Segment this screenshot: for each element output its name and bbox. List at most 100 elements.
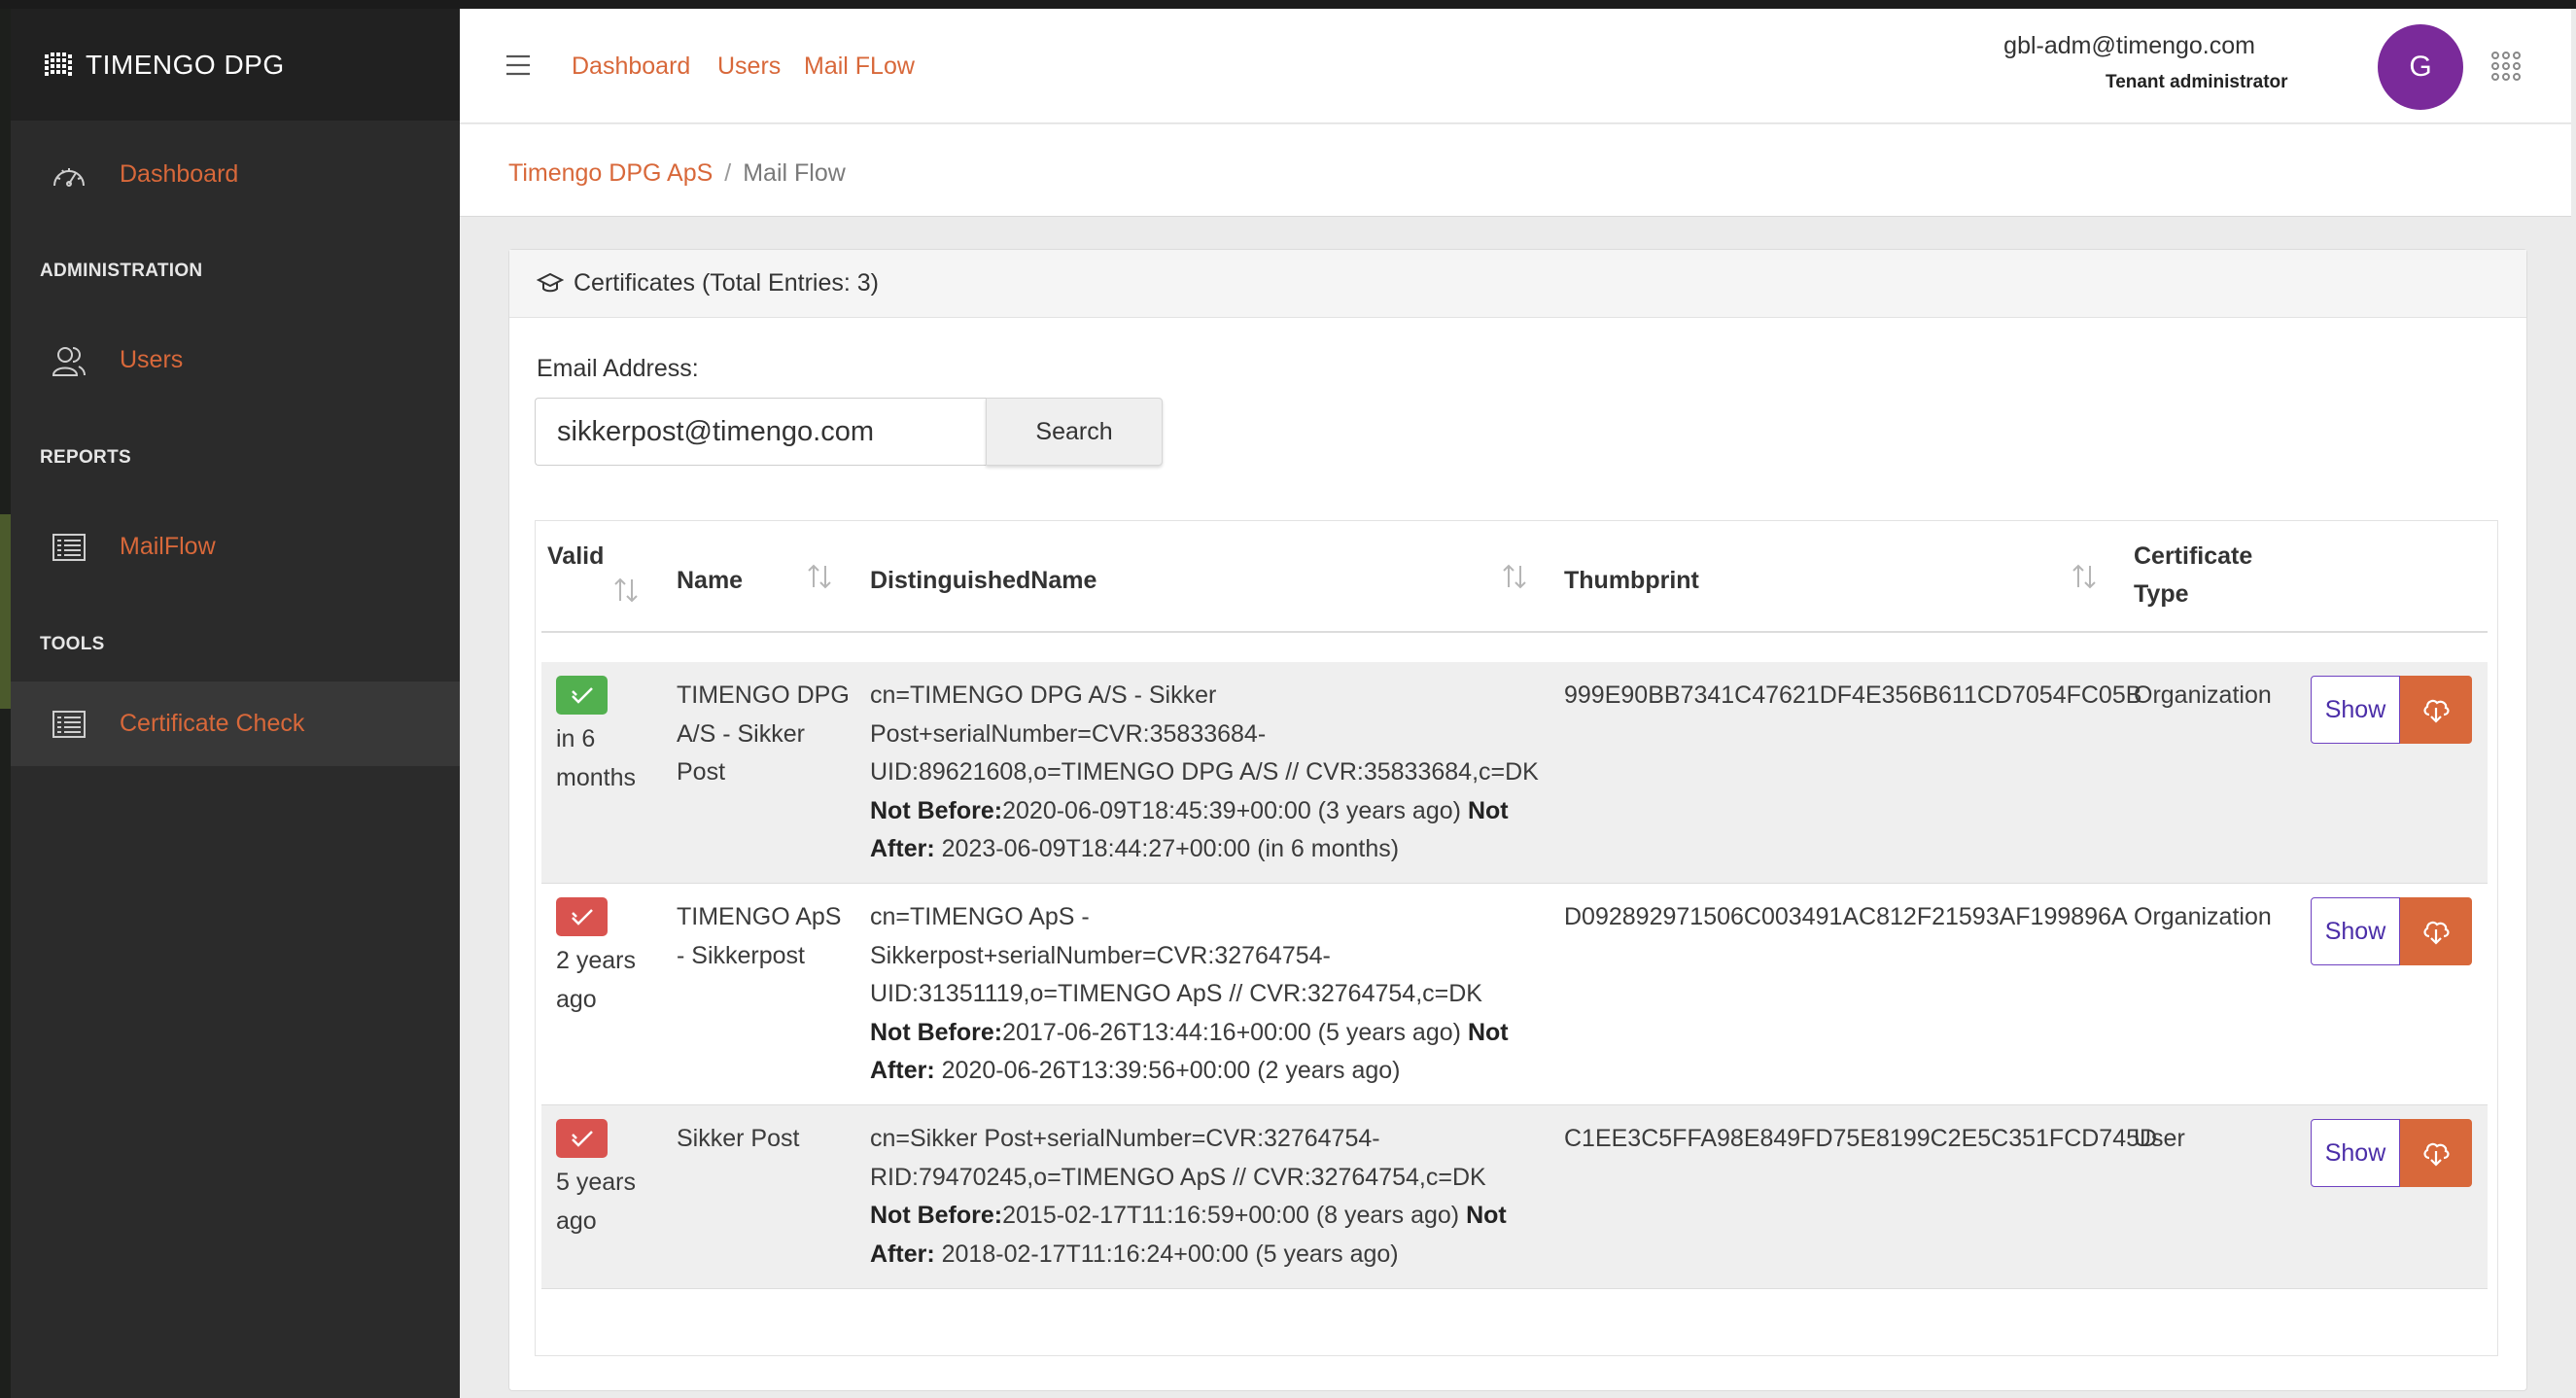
show-button[interactable]: Show <box>2311 676 2400 744</box>
breadcrumb: Timengo DPG ApS / Mail Flow <box>508 159 846 188</box>
certificate-type: Organization <box>2134 903 2272 930</box>
breadcrumb-separator: / <box>724 159 732 187</box>
cloud-download-icon <box>2423 699 2450 723</box>
sidebar-item-certificate-check[interactable]: Certificate Check <box>11 682 460 766</box>
dn-line: cn=TIMENGO DPG A/S - Sikker <box>870 682 1217 709</box>
show-button[interactable]: Show <box>2311 1119 2400 1187</box>
dn-line: UID:89621608,o=TIMENGO DPG A/S // CVR:35… <box>870 758 1539 786</box>
sidebar-item-mailflow[interactable]: MailFlow <box>11 505 460 589</box>
cert-name: Sikker Post <box>677 1120 799 1159</box>
card-title: Certificates (Total Entries: 3) <box>574 269 879 297</box>
breadcrumb-link-tenant[interactable]: Timengo DPG ApS <box>508 159 713 187</box>
apps-grid-icon[interactable] <box>2489 50 2523 83</box>
section-heading-reports: REPORTS <box>40 447 131 468</box>
search-button[interactable]: Search <box>986 398 1163 466</box>
brand[interactable]: TIMENGO DPG <box>11 9 460 121</box>
download-button[interactable] <box>2400 676 2472 744</box>
breadcrumb-current: Mail Flow <box>743 159 846 187</box>
user-role: Tenant administrator <box>2106 72 2288 92</box>
dn-line: cn=Sikker Post+serialNumber=CVR:32764754… <box>870 1125 1380 1152</box>
valid-text-line: 2 years <box>556 947 636 974</box>
not-before-value: 2020-06-09T18:45:39+00:00 (3 years ago) <box>1002 796 1461 824</box>
valid-text-line: in 6 <box>556 725 596 752</box>
dn-line: RID:79470245,o=TIMENGO ApS // CVR:327647… <box>870 1163 1486 1191</box>
row-actions: Show <box>2311 1119 2472 1187</box>
topnav-link-users[interactable]: Users <box>717 52 781 81</box>
column-header-certificate-type[interactable]: Certificate Type <box>2134 538 2252 613</box>
sort-icon[interactable] <box>611 576 641 605</box>
download-button[interactable] <box>2400 897 2472 965</box>
distinguished-name: cn=TIMENGO ApS - Sikkerpost+serialNumber… <box>870 898 1509 1091</box>
sidebar-item-dashboard[interactable]: Dashboard <box>11 132 460 217</box>
not-before-line: Not Before:2020-06-09T18:45:39+00:00 (3 … <box>870 792 1539 831</box>
not-before-label: Not Before: <box>870 796 1003 824</box>
graduation-cap-icon <box>537 272 564 292</box>
section-heading-administration: ADMINISTRATION <box>40 261 203 281</box>
not-after-line: After: 2023-06-09T18:44:27+00:00 (in 6 m… <box>870 830 1539 869</box>
table-row: 5 years ago Sikker Post cn=Sikker Post+s… <box>541 1105 2488 1289</box>
download-button[interactable] <box>2400 1119 2472 1187</box>
not-after-line: After: 2018-02-17T11:16:24+00:00 (5 year… <box>870 1236 1507 1275</box>
valid-text: 2 years ago <box>556 942 636 1019</box>
column-header-text: Type <box>2134 580 2189 608</box>
cert-name-line: - Sikkerpost <box>677 941 805 969</box>
user-email: gbl-adm@timengo.com <box>2003 32 2255 59</box>
not-after-line: After: 2020-06-26T13:39:56+00:00 (2 year… <box>870 1052 1509 1091</box>
table-row: in 6 months TIMENGO DPG A/S - Sikker Pos… <box>541 662 2488 884</box>
email-search-input[interactable] <box>535 398 986 466</box>
distinguished-name: cn=Sikker Post+serialNumber=CVR:32764754… <box>870 1120 1507 1274</box>
list-icon <box>50 528 88 567</box>
sidebar: TIMENGO DPG Dashboard ADMINISTRATION Use… <box>11 9 460 1398</box>
sort-icon[interactable] <box>1500 562 1529 591</box>
thumbprint: C1EE3C5FFA98E849FD75E8199C2E5C351FCD745D <box>1564 1125 2158 1152</box>
not-before-line: Not Before:2017-06-26T13:44:16+00:00 (5 … <box>870 1014 1509 1053</box>
section-heading-tools: TOOLS <box>40 634 105 654</box>
valid-text: 5 years ago <box>556 1164 636 1241</box>
check-icon <box>556 897 608 936</box>
sort-icon[interactable] <box>805 562 834 591</box>
grid-logo-icon <box>45 52 72 76</box>
brand-name: TIMENGO DPG <box>86 49 285 80</box>
column-header-distinguished-name[interactable]: DistinguishedName <box>870 562 1097 600</box>
cert-name-line: TIMENGO ApS <box>677 903 842 930</box>
cert-name-line: Post <box>677 758 726 786</box>
cloud-download-icon <box>2423 1142 2450 1167</box>
window-top-edge <box>0 0 2576 9</box>
check-icon <box>556 676 608 715</box>
not-after-label: After: <box>870 835 935 862</box>
row-actions: Show <box>2311 676 2472 744</box>
show-button[interactable]: Show <box>2311 897 2400 965</box>
users-icon <box>50 341 88 380</box>
avatar[interactable]: G <box>2378 24 2463 110</box>
window-right-edge <box>2571 9 2576 1398</box>
certificates-table: Valid Name DistinguishedName Thumbprint … <box>535 520 2498 1356</box>
desktop-wallpaper-strip <box>0 514 11 709</box>
certificate-type: Organization <box>2134 682 2272 709</box>
column-header-name[interactable]: Name <box>677 562 743 600</box>
topnav-link-dashboard[interactable]: Dashboard <box>572 52 690 81</box>
distinguished-name: cn=TIMENGO DPG A/S - Sikker Post+serialN… <box>870 677 1539 869</box>
dn-line: Sikkerpost+serialNumber=CVR:32764754- <box>870 941 1331 969</box>
not-after-value: 2020-06-26T13:39:56+00:00 (2 years ago) <box>941 1057 1401 1084</box>
topnav-link-mailflow[interactable]: Mail FLow <box>804 52 915 81</box>
table-header: Valid Name DistinguishedName Thumbprint … <box>541 527 2488 633</box>
sidebar-item-users[interactable]: Users <box>11 318 460 402</box>
main-content: Dashboard Users Mail FLow gbl-adm@timeng… <box>460 9 2576 1398</box>
hamburger-icon[interactable] <box>504 51 533 80</box>
thumbprint: 999E90BB7341C47621DF4E356B611CD7054FC05B <box>1564 682 2142 709</box>
column-header-valid[interactable]: Valid <box>547 538 604 576</box>
list-icon <box>50 705 88 744</box>
not-before-value: 2015-02-17T11:16:59+00:00 (8 years ago) <box>1002 1202 1460 1229</box>
top-bar: Dashboard Users Mail FLow gbl-adm@timeng… <box>460 9 2576 123</box>
cert-name-line: Sikker Post <box>677 1125 800 1152</box>
valid-text-line: months <box>556 763 636 791</box>
sort-icon[interactable] <box>2070 562 2099 591</box>
breadcrumb-bar: Timengo DPG ApS / Mail Flow <box>460 124 2576 217</box>
gauge-icon <box>50 156 88 194</box>
desktop-edge <box>0 9 11 1398</box>
not-before-label: Not Before: <box>870 1202 1003 1229</box>
certificates-card: Certificates (Total Entries: 3) Email Ad… <box>508 249 2527 1391</box>
valid-text: in 6 months <box>556 720 636 797</box>
dn-line: UID:31351119,o=TIMENGO ApS // CVR:327647… <box>870 980 1482 1007</box>
column-header-thumbprint[interactable]: Thumbprint <box>1564 562 1699 600</box>
